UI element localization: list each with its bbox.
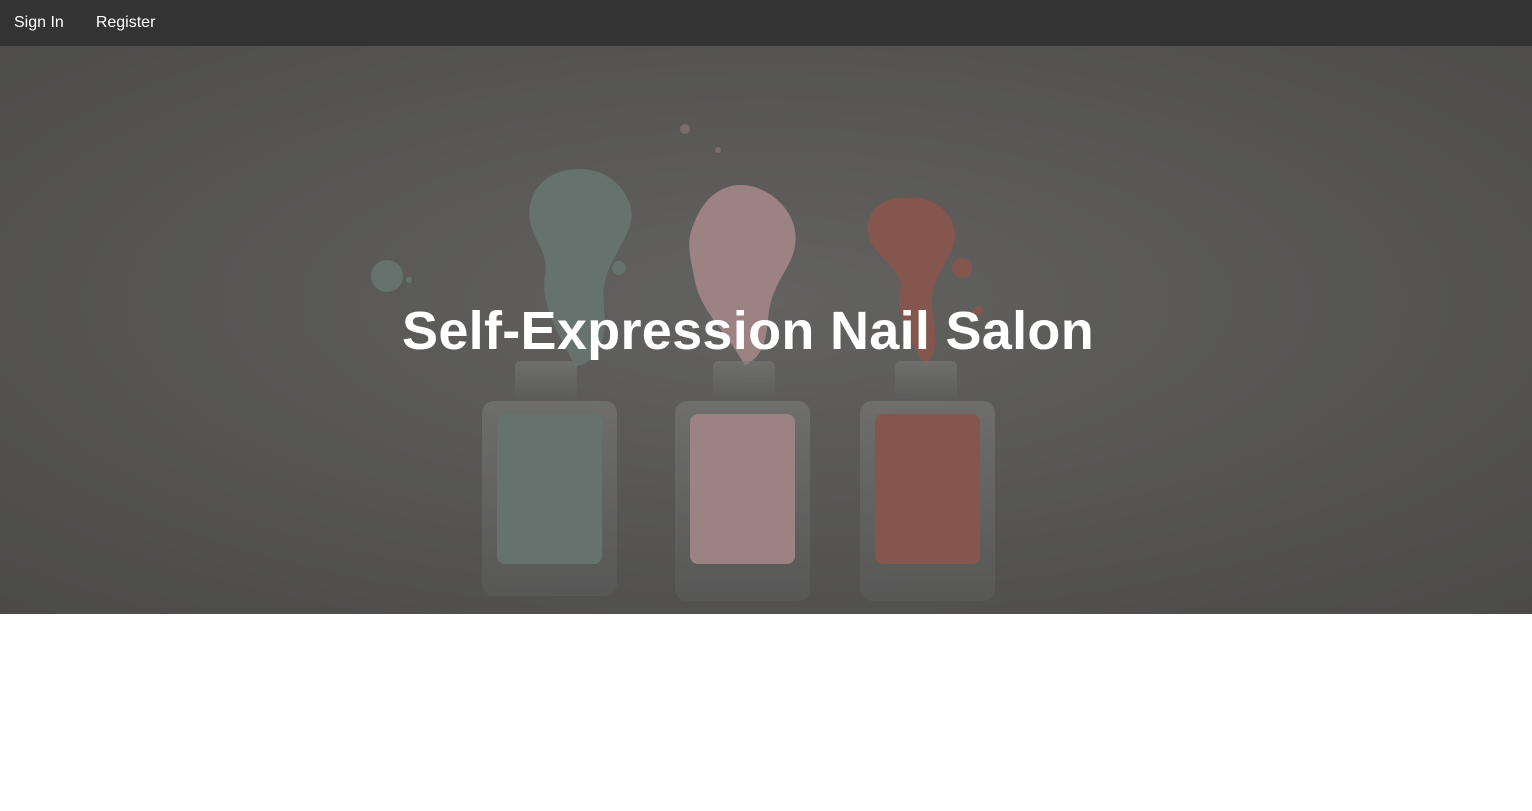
hero-title: Self-Expression Nail Salon xyxy=(402,301,1095,361)
top-navigation: Sign In Register xyxy=(0,0,1532,46)
nav-register-link[interactable]: Register xyxy=(82,0,170,46)
nav-sign-in-link[interactable]: Sign In xyxy=(0,0,78,46)
page-content-area xyxy=(0,614,1532,811)
hero-banner: Self-Expression Nail Salon xyxy=(0,46,1532,614)
